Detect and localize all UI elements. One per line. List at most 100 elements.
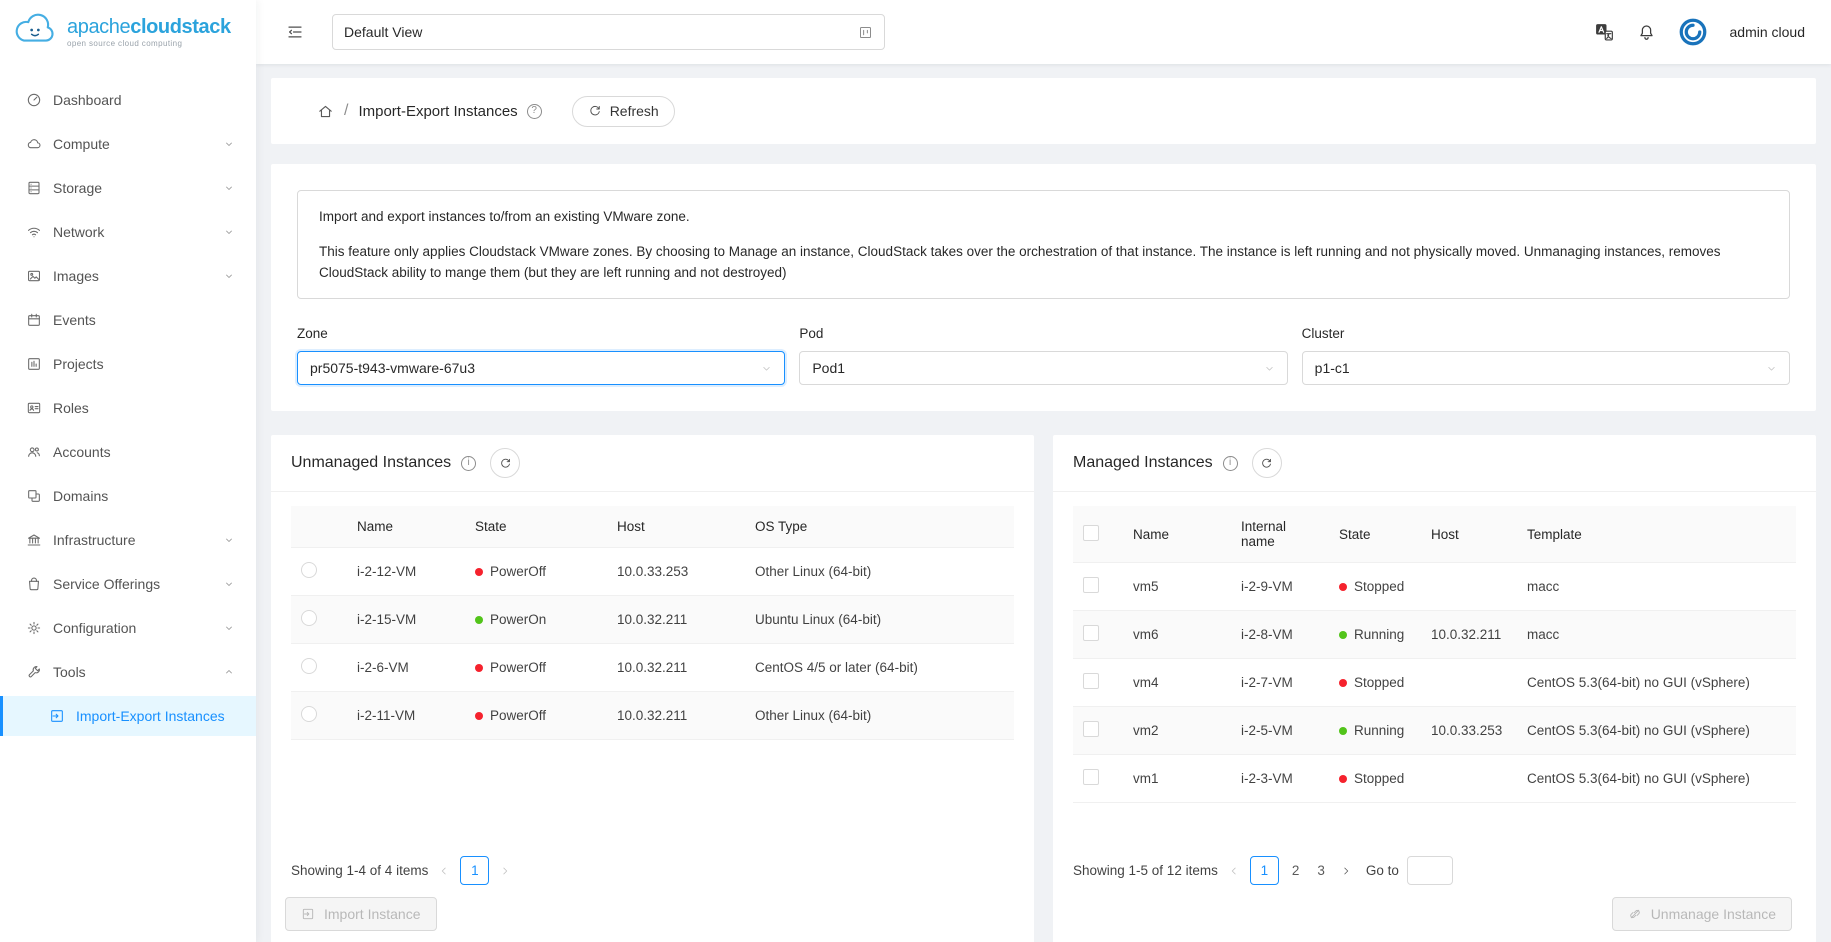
refresh-button[interactable]: Refresh [572, 96, 675, 127]
page-button-2[interactable]: 2 [1287, 863, 1305, 878]
sidebar-item-compute[interactable]: Compute [0, 124, 256, 164]
bell-icon[interactable] [1637, 23, 1656, 42]
chevron-down-icon [761, 363, 772, 374]
menu-fold-icon[interactable] [286, 23, 304, 41]
sidebar-item-domains[interactable]: Domains [0, 476, 256, 516]
managed-table-row[interactable]: vm5 i-2-9-VM Stopped macc [1073, 563, 1796, 611]
page-button-1[interactable]: 1 [460, 856, 489, 885]
zone-select[interactable]: pr5075-t943-vmware-67u3 [297, 351, 785, 385]
prev-page-icon[interactable] [1226, 865, 1242, 877]
row-checkbox[interactable] [1083, 769, 1099, 785]
picture-icon [25, 268, 42, 284]
sidebar-item-accounts[interactable]: Accounts [0, 432, 256, 472]
managed-table-row[interactable]: vm1 i-2-3-VM Stopped CentOS 5.3(64-bit) … [1073, 755, 1796, 803]
managed-table-row[interactable]: vm2 i-2-5-VM Running 10.0.33.253 CentOS … [1073, 707, 1796, 755]
row-radio[interactable] [301, 658, 317, 674]
chevron-down-icon [1264, 363, 1275, 374]
unmanaged-refresh-button[interactable] [490, 448, 520, 478]
cell-host: 10.0.32.211 [607, 644, 745, 692]
cell-state: Running [1329, 611, 1421, 659]
logo[interactable]: apachecloudstack open source cloud compu… [0, 0, 256, 64]
info-circle-icon[interactable]: i [1223, 456, 1238, 471]
unmanage-instance-button[interactable]: Unmanage Instance [1612, 897, 1792, 931]
chevron-down-icon [224, 227, 234, 237]
sidebar-item-infrastructure[interactable]: Infrastructure [0, 520, 256, 560]
home-icon[interactable] [317, 103, 334, 120]
cell-os-type: CentOS 4/5 or later (64-bit) [745, 644, 1014, 692]
row-checkbox[interactable] [1083, 721, 1099, 737]
translate-icon[interactable] [1593, 22, 1615, 42]
sidebar-item-service-offerings[interactable]: Service Offerings [0, 564, 256, 604]
sidebar-item-projects[interactable]: Projects [0, 344, 256, 384]
view-select[interactable]: Default View [332, 14, 885, 50]
sidebar-item-events[interactable]: Events [0, 300, 256, 340]
question-circle-icon[interactable]: ? [527, 104, 542, 119]
managed-table-row[interactable]: vm4 i-2-7-VM Stopped CentOS 5.3(64-bit) … [1073, 659, 1796, 707]
page-content: / Import-Export Instances ? Refresh Impo… [256, 64, 1831, 942]
chevron-down-icon [224, 535, 234, 545]
managed-footer: Unmanage Instance [1053, 885, 1816, 931]
row-radio[interactable] [301, 706, 317, 722]
state-dot [1339, 679, 1347, 687]
row-radio[interactable] [301, 562, 317, 578]
cell-state: PowerOff [465, 692, 607, 740]
state-dot [1339, 631, 1347, 639]
main-area: Default View [256, 0, 1831, 942]
cell-name: vm4 [1123, 659, 1231, 707]
pod-select[interactable]: Pod1 [799, 351, 1287, 385]
database-icon [25, 180, 42, 196]
table-header-row: Name State Host OS Type [291, 506, 1014, 548]
sidebar-item-configuration[interactable]: Configuration [0, 608, 256, 648]
cell-template: CentOS 5.3(64-bit) no GUI (vSphere) [1517, 707, 1796, 755]
sidebar-item-network[interactable]: Network [0, 212, 256, 252]
project-view-icon [858, 25, 873, 40]
page-button-3[interactable]: 3 [1312, 863, 1330, 878]
cluster-label: Cluster [1302, 326, 1790, 341]
cell-template: CentOS 5.3(64-bit) no GUI (vSphere) [1517, 755, 1796, 803]
app-root: apachecloudstack open source cloud compu… [0, 0, 1831, 942]
goto-page-input[interactable] [1407, 856, 1453, 885]
sidebar-item-roles[interactable]: Roles [0, 388, 256, 428]
chevron-down-icon [224, 623, 234, 633]
row-checkbox[interactable] [1083, 673, 1099, 689]
next-page-icon[interactable] [497, 865, 513, 877]
sidebar-item-storage[interactable]: Storage [0, 168, 256, 208]
import-instance-button[interactable]: Import Instance [285, 897, 437, 931]
prev-page-icon[interactable] [436, 865, 452, 877]
idcard-icon [25, 400, 42, 416]
cell-template: macc [1517, 563, 1796, 611]
cell-name: vm1 [1123, 755, 1231, 803]
unmanaged-table-row[interactable]: i-2-11-VM PowerOff 10.0.32.211 Other Lin… [291, 692, 1014, 740]
unmanaged-table-row[interactable]: i-2-12-VM PowerOff 10.0.33.253 Other Lin… [291, 548, 1014, 596]
view-select-value: Default View [344, 24, 422, 40]
sidebar-item-images[interactable]: Images [0, 256, 256, 296]
row-checkbox[interactable] [1083, 577, 1099, 593]
cell-internal-name: i-2-8-VM [1231, 611, 1329, 659]
user-avatar[interactable] [1678, 17, 1708, 47]
row-checkbox[interactable] [1083, 625, 1099, 641]
state-dot [1339, 727, 1347, 735]
sidebar-item-tools[interactable]: Tools [0, 652, 256, 692]
filters-row: Zone pr5075-t943-vmware-67u3 Pod Pod1 [297, 326, 1790, 385]
managed-refresh-button[interactable] [1252, 448, 1282, 478]
select-all-checkbox[interactable] [1083, 525, 1099, 541]
next-page-icon[interactable] [1338, 865, 1354, 877]
unmanaged-table-row[interactable]: i-2-15-VM PowerOn 10.0.32.211 Ubuntu Lin… [291, 596, 1014, 644]
managed-pagination: Showing 1-5 of 12 items 1 2 3 Go to [1053, 856, 1816, 885]
cluster-select[interactable]: p1-c1 [1302, 351, 1790, 385]
row-radio[interactable] [301, 610, 317, 626]
managed-table-row[interactable]: vm6 i-2-8-VM Running 10.0.32.211 macc [1073, 611, 1796, 659]
sidebar-item-dashboard[interactable]: Dashboard [0, 80, 256, 120]
user-name[interactable]: admin cloud [1730, 24, 1806, 40]
unmanaged-title: Unmanaged Instances [291, 454, 451, 472]
cell-name: i-2-15-VM [347, 596, 465, 644]
cell-internal-name: i-2-7-VM [1231, 659, 1329, 707]
info-circle-icon[interactable]: i [461, 456, 476, 471]
cell-internal-name: i-2-9-VM [1231, 563, 1329, 611]
unmanaged-pagination: Showing 1-4 of 4 items 1 [271, 856, 1034, 885]
sidebar-item-import-export-instances[interactable]: Import-Export Instances [0, 696, 256, 736]
page-button-1[interactable]: 1 [1250, 856, 1279, 885]
chevron-down-icon [224, 579, 234, 589]
managed-table: Name Internal name State Host Template v… [1073, 506, 1796, 803]
unmanaged-table-row[interactable]: i-2-6-VM PowerOff 10.0.32.211 CentOS 4/5… [291, 644, 1014, 692]
